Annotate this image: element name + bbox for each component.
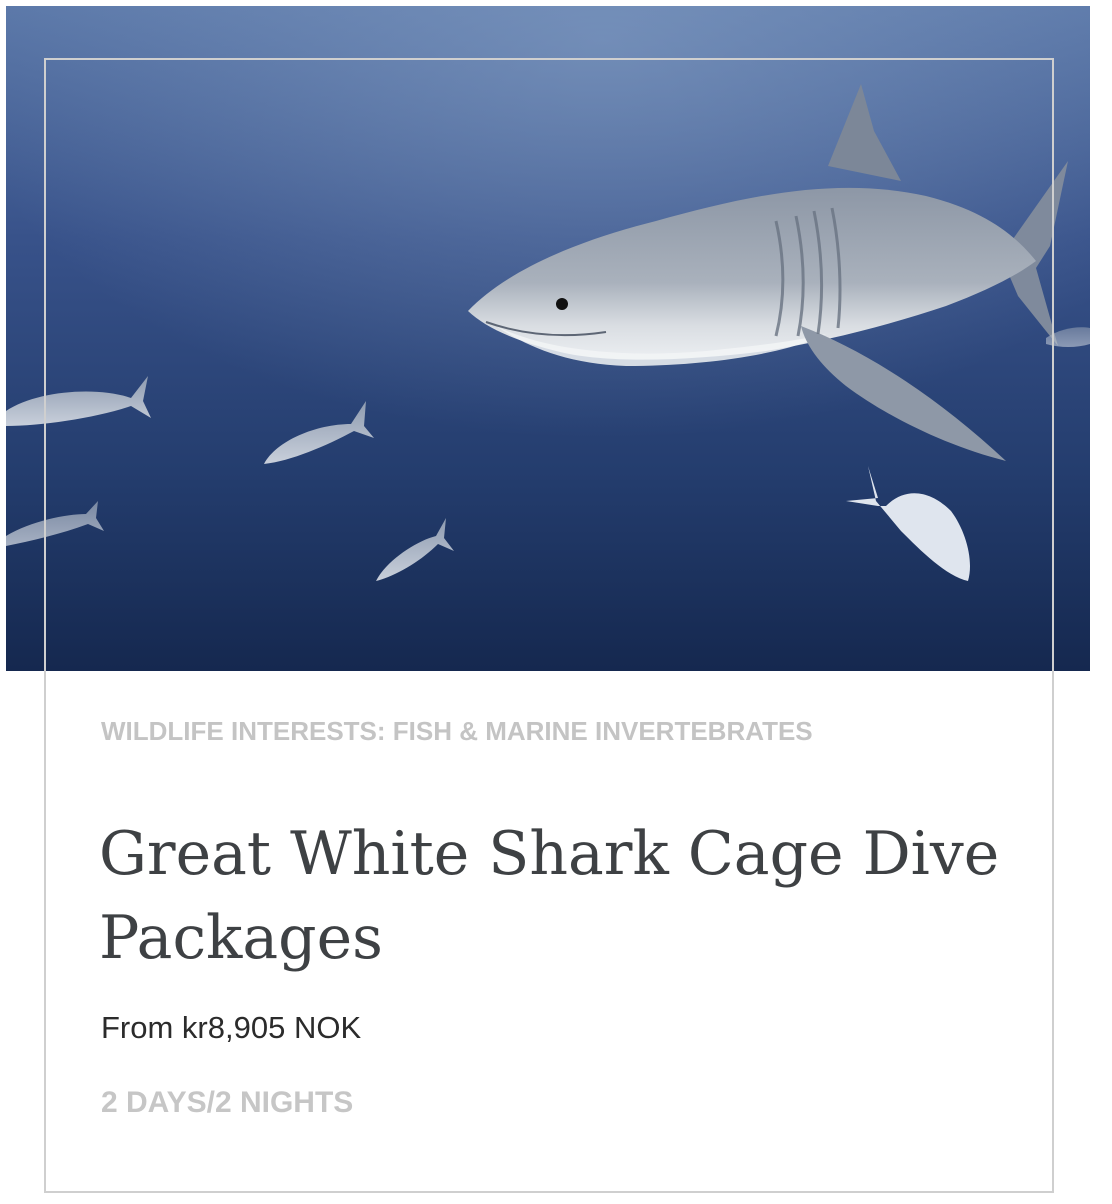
tour-title[interactable]: Great White Shark Cage Dive Packages [99, 812, 1019, 980]
tour-category: WILDLIFE INTERESTS: FISH & MARINE INVERT… [101, 716, 813, 746]
tour-hero-image[interactable] [6, 6, 1090, 671]
shark-photo [6, 6, 1090, 671]
tour-card[interactable]: WILDLIFE INTERESTS: FISH & MARINE INVERT… [0, 0, 1112, 1204]
tour-price: From kr8,905 NOK [101, 1010, 362, 1045]
tour-duration: 2 DAYS/2 NIGHTS [101, 1086, 354, 1119]
